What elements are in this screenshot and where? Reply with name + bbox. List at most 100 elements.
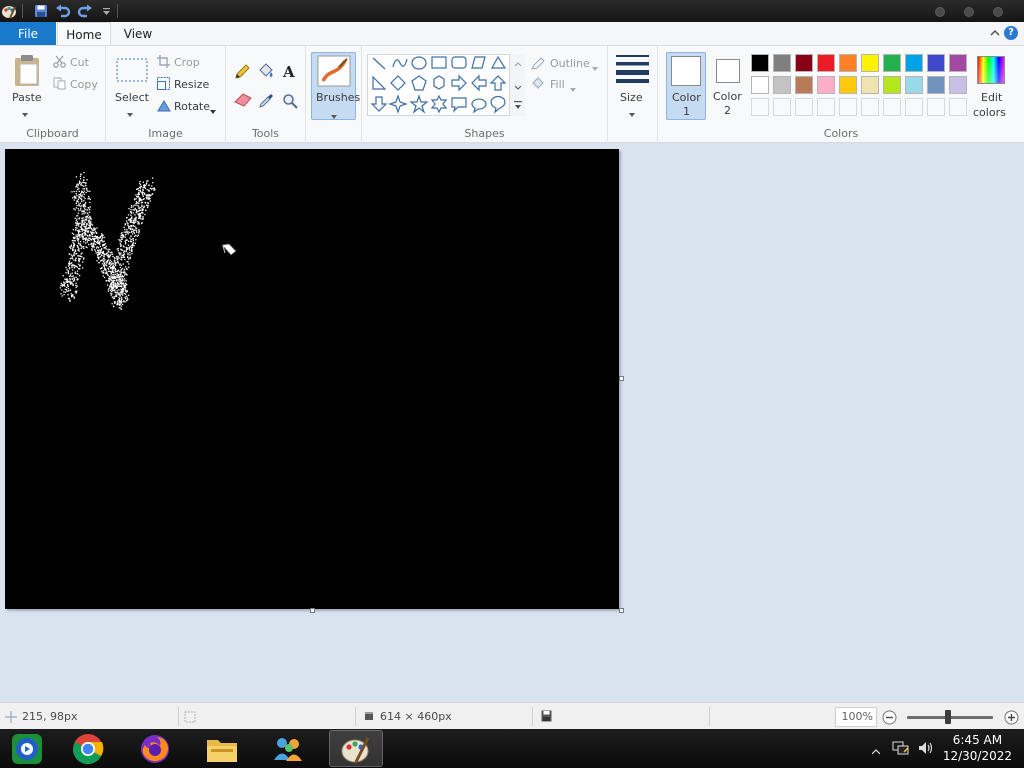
shapes-scroll[interactable] — [509, 54, 525, 116]
left-arrow-shape-icon[interactable] — [471, 74, 487, 92]
network-people-icon[interactable] — [262, 730, 316, 767]
redo-icon[interactable] — [77, 3, 93, 19]
palette-color-swatch[interactable] — [839, 54, 857, 72]
paste-icon[interactable] — [12, 54, 42, 91]
hexagon-shape-icon[interactable] — [433, 75, 445, 90]
text-tool-icon[interactable]: A — [282, 63, 298, 82]
cloud-callout-shape-icon[interactable] — [490, 95, 506, 114]
color-picker-icon[interactable] — [259, 92, 275, 111]
size-group[interactable]: Size — [608, 46, 658, 143]
resize-handle-right[interactable] — [619, 376, 624, 381]
color2-button[interactable]: Color 2 — [708, 52, 748, 120]
palette-color-swatch[interactable] — [927, 76, 945, 94]
palette-color-swatch[interactable] — [839, 76, 857, 94]
show-hidden-icons[interactable] — [871, 745, 881, 758]
pencil-icon[interactable] — [234, 64, 250, 83]
size-dropdown-icon[interactable] — [629, 107, 635, 120]
clock[interactable]: 6:45 AM 12/30/2022 — [943, 732, 1012, 764]
copy-icon[interactable] — [53, 77, 66, 93]
fill-icon[interactable] — [531, 77, 546, 94]
curve-shape-icon[interactable] — [392, 58, 408, 68]
five-point-star-shape-icon[interactable] — [409, 94, 429, 114]
rotate-icon[interactable] — [157, 99, 171, 115]
zoom-slider[interactable] — [907, 710, 993, 724]
right-arrow-shape-icon[interactable] — [451, 74, 467, 92]
zoom-slider-thumb[interactable] — [945, 710, 951, 724]
crop-icon[interactable] — [157, 55, 170, 71]
minimize-button[interactable] — [935, 7, 945, 17]
custom-color-slot[interactable] — [861, 98, 879, 116]
palette-color-swatch[interactable] — [773, 54, 791, 72]
outline-dropdown-icon[interactable] — [592, 61, 598, 74]
up-arrow-shape-icon[interactable] — [489, 75, 507, 91]
custom-color-slot[interactable] — [839, 98, 857, 116]
customize-quick-access-icon[interactable] — [98, 3, 114, 19]
right-triangle-shape-icon[interactable] — [372, 75, 387, 90]
size-label[interactable]: Size — [620, 91, 643, 104]
zoom-level[interactable]: 100% — [835, 707, 877, 727]
close-button[interactable] — [993, 7, 1003, 17]
palette-color-swatch[interactable] — [861, 54, 879, 72]
drawing-canvas[interactable] — [5, 149, 619, 609]
copy-button[interactable]: Copy — [70, 78, 98, 91]
palette-color-swatch[interactable] — [949, 76, 967, 94]
edit-colors-button[interactable]: Edit colors — [972, 54, 1010, 120]
down-arrow-shape-icon[interactable] — [370, 96, 388, 112]
firefox-icon[interactable] — [128, 730, 182, 767]
oval-callout-shape-icon[interactable] — [471, 98, 487, 114]
fill-dropdown-icon[interactable] — [570, 82, 576, 95]
rotate-dropdown-icon[interactable] — [210, 104, 216, 117]
volume-icon[interactable] — [917, 740, 935, 759]
palette-color-swatch[interactable] — [949, 54, 967, 72]
rotate-button[interactable]: Rotate — [174, 100, 210, 113]
magnifier-icon[interactable] — [282, 93, 298, 112]
pentagon-shape-icon[interactable] — [411, 75, 427, 91]
eraser-icon[interactable] — [234, 93, 252, 110]
palette-color-swatch[interactable] — [751, 76, 769, 94]
select-dropdown-icon[interactable] — [127, 107, 133, 120]
select-label[interactable]: Select — [115, 91, 149, 104]
custom-color-slot[interactable] — [905, 98, 923, 116]
select-icon[interactable] — [116, 58, 148, 85]
triangle-shape-icon[interactable] — [490, 55, 507, 69]
palette-color-swatch[interactable] — [927, 54, 945, 72]
palette-color-swatch[interactable] — [817, 54, 835, 72]
diamond-shape-icon[interactable] — [390, 75, 406, 91]
paint-app-icon[interactable] — [1, 3, 17, 19]
rectangle-shape-icon[interactable] — [431, 56, 447, 69]
chrome-icon[interactable] — [61, 730, 115, 767]
custom-color-slot[interactable] — [883, 98, 901, 116]
palette-color-swatch[interactable] — [751, 54, 769, 72]
custom-color-slot[interactable] — [795, 98, 813, 116]
polygon-shape-icon[interactable] — [471, 56, 486, 69]
custom-color-slot[interactable] — [817, 98, 835, 116]
oval-shape-icon[interactable] — [411, 56, 427, 70]
palette-color-swatch[interactable] — [817, 76, 835, 94]
line-shape-icon[interactable] — [372, 57, 386, 70]
rounded-rectangle-shape-icon[interactable] — [451, 56, 467, 69]
fill-bucket-icon[interactable] — [257, 63, 275, 82]
resize-handle-corner[interactable] — [619, 608, 624, 613]
resize-icon[interactable] — [157, 77, 170, 93]
palette-color-swatch[interactable] — [861, 76, 879, 94]
media-center-icon[interactable] — [0, 730, 54, 767]
outline-icon[interactable] — [531, 56, 546, 73]
palette-color-swatch[interactable] — [795, 54, 813, 72]
outline-button[interactable]: Outline — [550, 57, 590, 70]
palette-color-swatch[interactable] — [773, 76, 791, 94]
rect-callout-shape-icon[interactable] — [451, 97, 467, 113]
crop-button[interactable]: Crop — [174, 56, 200, 69]
cut-icon[interactable] — [53, 55, 66, 71]
color1-button[interactable]: Color 1 — [666, 52, 706, 120]
palette-color-swatch[interactable] — [795, 76, 813, 94]
minimize-ribbon-icon[interactable] — [990, 27, 1000, 40]
palette-color-swatch[interactable] — [883, 76, 901, 94]
tab-view[interactable]: View — [112, 22, 164, 46]
paste-dropdown-icon[interactable] — [22, 107, 28, 120]
file-explorer-icon[interactable] — [195, 730, 249, 767]
palette-color-swatch[interactable] — [883, 54, 901, 72]
custom-color-slot[interactable] — [927, 98, 945, 116]
palette-color-swatch[interactable] — [905, 54, 923, 72]
resize-handle-bottom[interactable] — [310, 608, 315, 613]
save-quick-icon[interactable] — [33, 3, 49, 19]
